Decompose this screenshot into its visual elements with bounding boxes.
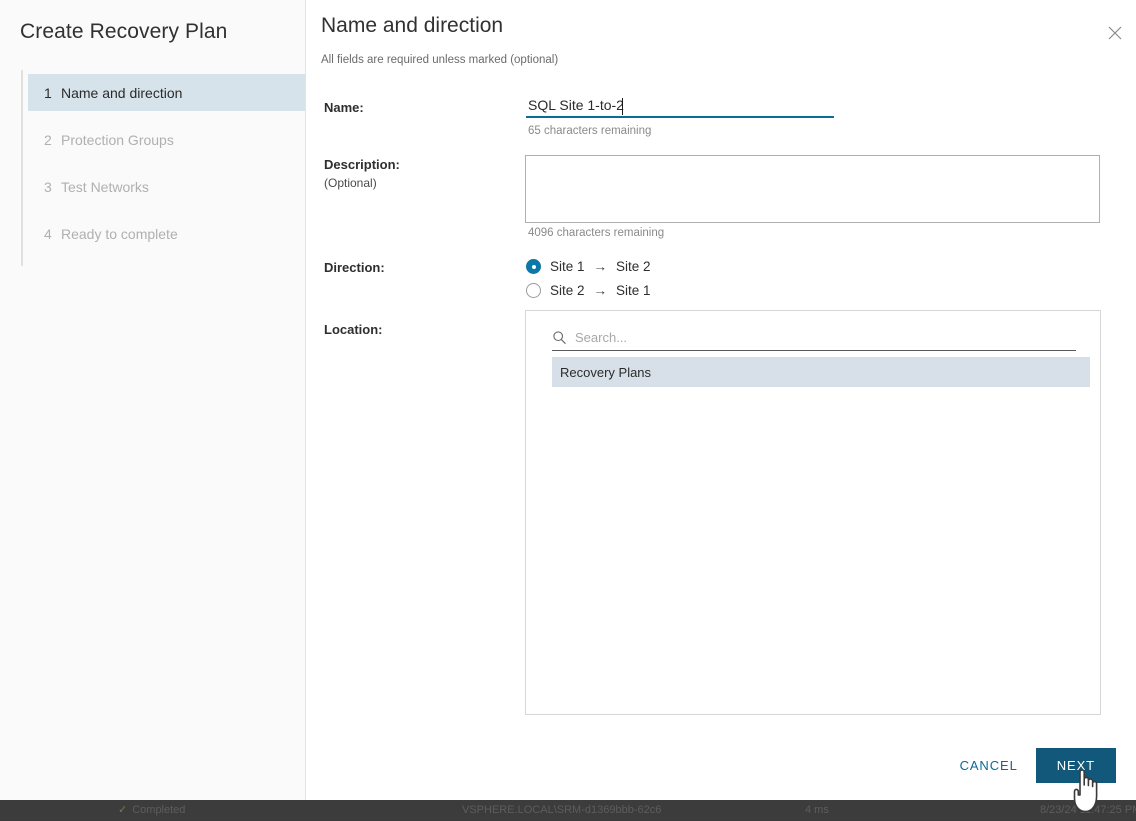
direction-option-site2-to-site1[interactable]: Site 2 → Site 1 bbox=[526, 283, 651, 298]
description-label: Description: bbox=[324, 157, 524, 172]
wizard-pane: Create Recovery Plan 1 Name and directio… bbox=[0, 0, 306, 800]
step-label: Protection Groups bbox=[61, 132, 174, 148]
name-input[interactable] bbox=[526, 96, 834, 118]
close-icon[interactable] bbox=[1102, 20, 1128, 46]
next-button[interactable]: NEXT bbox=[1036, 748, 1116, 783]
wizard-step-ready-to-complete[interactable]: 4 Ready to complete bbox=[28, 215, 305, 252]
radio-icon bbox=[526, 283, 541, 298]
direction-to: Site 2 bbox=[616, 259, 651, 274]
description-help-text: 4096 characters remaining bbox=[528, 227, 664, 239]
direction-to: Site 1 bbox=[616, 283, 651, 298]
check-icon: ✓ bbox=[118, 804, 127, 816]
wizard-step-name-and-direction[interactable]: 1 Name and direction bbox=[28, 74, 305, 111]
page-title: Name and direction bbox=[321, 14, 503, 38]
name-label: Name: bbox=[324, 100, 524, 115]
task-duration-cell: 4 ms bbox=[805, 804, 829, 816]
location-item-label: Recovery Plans bbox=[560, 365, 651, 380]
location-search-input[interactable] bbox=[570, 330, 1076, 345]
description-optional-label: (Optional) bbox=[324, 176, 377, 190]
arrow-right-icon: → bbox=[594, 283, 608, 298]
direction-label: Direction: bbox=[324, 260, 524, 275]
description-textarea[interactable] bbox=[525, 155, 1100, 223]
search-icon bbox=[552, 330, 570, 346]
task-status-cell: ✓ Completed bbox=[118, 803, 185, 816]
task-start-time-cell: 8/23/24 11:47:25 PM bbox=[1040, 804, 1136, 816]
step-number: 1 bbox=[44, 85, 61, 101]
wizard-rail bbox=[21, 70, 23, 266]
radio-icon bbox=[526, 259, 541, 274]
step-number: 4 bbox=[44, 226, 61, 242]
direction-from: Site 2 bbox=[550, 283, 585, 298]
dialog-title: Create Recovery Plan bbox=[0, 0, 305, 44]
background-task-row: ✓ Completed VSPHERE.LOCAL\SRM-d1369bbb-62… bbox=[0, 798, 1136, 820]
step-label: Name and direction bbox=[61, 85, 182, 101]
wizard-step-test-networks[interactable]: 3 Test Networks bbox=[28, 168, 305, 205]
wizard-step-protection-groups[interactable]: 2 Protection Groups bbox=[28, 121, 305, 158]
page-subtitle: All fields are required unless marked (o… bbox=[321, 54, 558, 66]
location-panel: Recovery Plans bbox=[525, 310, 1101, 715]
cancel-button[interactable]: CANCEL bbox=[946, 749, 1032, 782]
wizard-step-list: 1 Name and direction 2 Protection Groups… bbox=[28, 74, 305, 252]
task-initiator-cell: VSPHERE.LOCAL\SRM-d1369bbb-62c6 bbox=[462, 804, 661, 816]
dialog-footer: CANCEL NEXT bbox=[946, 748, 1116, 783]
arrow-right-icon: → bbox=[594, 259, 608, 274]
location-search-box[interactable] bbox=[552, 325, 1076, 351]
location-label: Location: bbox=[324, 322, 524, 337]
text-caret bbox=[622, 98, 623, 115]
step-number: 2 bbox=[44, 132, 61, 148]
content-pane: Name and direction All fields are requir… bbox=[306, 0, 1136, 800]
create-recovery-plan-dialog: Create Recovery Plan 1 Name and directio… bbox=[0, 0, 1136, 800]
step-label: Test Networks bbox=[61, 179, 149, 195]
direction-from: Site 1 bbox=[550, 259, 585, 274]
name-help-text: 65 characters remaining bbox=[528, 125, 651, 137]
direction-option-site1-to-site2[interactable]: Site 1 → Site 2 bbox=[526, 259, 651, 274]
step-label: Ready to complete bbox=[61, 226, 178, 242]
task-status-text: Completed bbox=[132, 804, 185, 816]
step-number: 3 bbox=[44, 179, 61, 195]
location-list-item-recovery-plans[interactable]: Recovery Plans bbox=[552, 357, 1090, 387]
